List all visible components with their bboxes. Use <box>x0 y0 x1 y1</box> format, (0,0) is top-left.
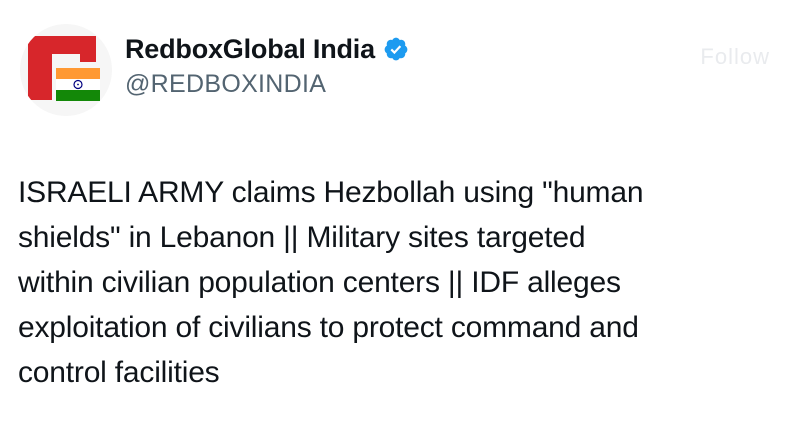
tweet-text-line: shields" in Lebanon || Military sites ta… <box>18 221 586 254</box>
tweet-card: RedboxGlobal India @REDBOXINDIA Follow I… <box>0 0 800 427</box>
verified-badge-icon <box>383 36 409 62</box>
tweet-text: ISRAELI ARMY claims Hezbollah using "hum… <box>18 170 778 395</box>
tweet-text-line: within civilian population centers || ID… <box>18 266 621 299</box>
follow-button[interactable]: Follow <box>700 44 770 70</box>
redbox-india-logo-icon <box>28 36 100 101</box>
name-row: RedboxGlobal India <box>125 32 409 66</box>
author-header: RedboxGlobal India @REDBOXINDIA <box>125 32 409 99</box>
tweet-text-line: exploitation of civilians to protect com… <box>18 311 639 344</box>
tweet-text-line: control facilities <box>18 356 220 389</box>
author-handle[interactable]: @REDBOXINDIA <box>125 70 409 99</box>
avatar[interactable] <box>20 24 112 116</box>
author-display-name[interactable]: RedboxGlobal India <box>125 34 375 65</box>
tweet-text-line: ISRAELI ARMY claims Hezbollah using "hum… <box>18 176 644 209</box>
